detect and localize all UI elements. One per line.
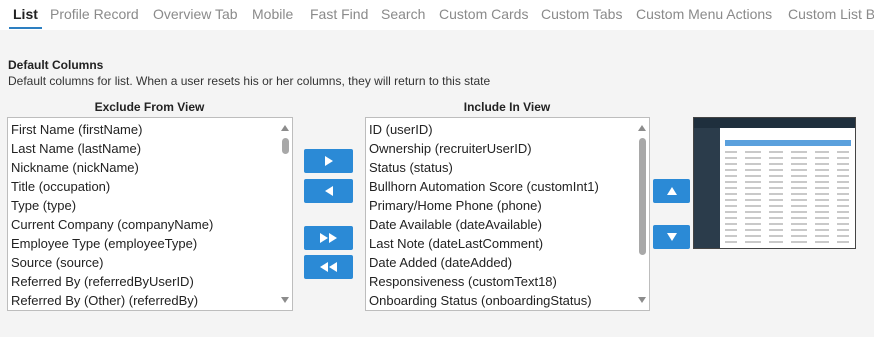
include-scrollbar[interactable] <box>636 119 648 309</box>
tab-profile-record[interactable]: Profile Record <box>46 0 143 29</box>
exclude-listbox[interactable]: First Name (firstName) Last Name (lastNa… <box>7 117 293 311</box>
double-right-arrow-icon <box>320 233 337 243</box>
tab-overview-tab[interactable]: Overview Tab <box>149 0 242 29</box>
list-item[interactable]: Source (source) <box>8 253 292 272</box>
list-item[interactable]: Last Note (dateLastComment) <box>366 234 649 253</box>
list-item[interactable]: Status (status) <box>366 158 649 177</box>
tab-custom-menu-actions[interactable]: Custom Menu Actions <box>632 0 776 29</box>
list-preview-image <box>693 117 856 249</box>
list-item[interactable]: Primary/Home Phone (phone) <box>366 196 649 215</box>
preview-row <box>725 157 851 159</box>
left-arrow-icon <box>324 186 333 196</box>
preview-row <box>725 217 851 219</box>
section-description: Default columns for list. When a user re… <box>8 74 491 88</box>
list-item[interactable]: Last Name (lastName) <box>8 139 292 158</box>
scroll-thumb[interactable] <box>639 138 646 255</box>
exclude-title: Exclude From View <box>94 100 205 114</box>
list-item[interactable]: Referred By (Other) (referredBy) <box>8 291 292 310</box>
include-title: Include In View <box>463 100 551 114</box>
list-item[interactable]: Date Added (dateAdded) <box>366 253 649 272</box>
preview-row <box>725 235 851 237</box>
scroll-up-icon[interactable] <box>281 125 289 131</box>
include-listbox[interactable]: ID (userID) Ownership (recruiterUserID) … <box>365 117 650 311</box>
move-down-button[interactable] <box>653 225 690 249</box>
move-all-left-button[interactable] <box>304 255 353 279</box>
preview-row <box>725 187 851 189</box>
tab-custom-list-b[interactable]: Custom List B <box>784 0 874 29</box>
up-arrow-icon <box>666 187 677 195</box>
preview-row <box>725 151 851 153</box>
preview-toolbar <box>725 140 851 146</box>
preview-header <box>694 118 855 128</box>
preview-row <box>725 229 851 231</box>
list-item[interactable]: Current Company (companyName) <box>8 215 292 234</box>
list-item[interactable]: First Name (firstName) <box>8 120 292 139</box>
preview-row <box>725 241 851 243</box>
tab-list[interactable]: List <box>9 0 42 29</box>
list-item[interactable]: Nickname (nickName) <box>8 158 292 177</box>
tab-fast-find[interactable]: Fast Find <box>306 0 372 29</box>
preview-row <box>725 223 851 225</box>
preview-row <box>725 199 851 201</box>
preview-row <box>725 193 851 195</box>
list-item[interactable]: Responsiveness (customText18) <box>366 272 649 291</box>
preview-row <box>725 211 851 213</box>
list-item[interactable]: Onboarding Status (onboardingStatus) <box>366 291 649 310</box>
exclude-scrollbar[interactable] <box>279 119 291 309</box>
list-item[interactable]: Date Available (dateAvailable) <box>366 215 649 234</box>
preview-row <box>725 205 851 207</box>
scroll-up-icon[interactable] <box>638 125 646 131</box>
preview-row <box>725 181 851 183</box>
move-right-button[interactable] <box>304 149 353 173</box>
tab-custom-tabs[interactable]: Custom Tabs <box>537 0 626 29</box>
list-item[interactable]: Employee Type (employeeType) <box>8 234 292 253</box>
down-arrow-icon <box>666 233 677 241</box>
list-item[interactable]: ID (userID) <box>366 120 649 139</box>
tab-mobile[interactable]: Mobile <box>248 0 297 29</box>
move-up-button[interactable] <box>653 179 690 203</box>
list-item[interactable]: Bullhorn Automation Score (customInt1) <box>366 177 649 196</box>
double-left-arrow-icon <box>320 262 337 272</box>
list-item[interactable]: Title (occupation) <box>8 177 292 196</box>
preview-sidebar <box>694 128 720 248</box>
list-item[interactable]: Ownership (recruiterUserID) <box>366 139 649 158</box>
right-arrow-icon <box>324 156 333 166</box>
tab-bar: List Profile Record Overview Tab Mobile … <box>0 0 874 30</box>
scroll-down-icon[interactable] <box>281 297 289 303</box>
list-item[interactable]: Type (type) <box>8 196 292 215</box>
section-title: Default Columns <box>8 58 104 72</box>
tab-search[interactable]: Search <box>377 0 429 29</box>
move-left-button[interactable] <box>304 179 353 203</box>
scroll-thumb[interactable] <box>282 138 289 154</box>
list-item[interactable]: Referred By (referredByUserID) <box>8 272 292 291</box>
preview-row <box>725 169 851 171</box>
preview-row <box>725 175 851 177</box>
preview-row <box>725 163 851 165</box>
tab-custom-cards[interactable]: Custom Cards <box>435 0 532 29</box>
move-all-right-button[interactable] <box>304 226 353 250</box>
scroll-down-icon[interactable] <box>638 297 646 303</box>
